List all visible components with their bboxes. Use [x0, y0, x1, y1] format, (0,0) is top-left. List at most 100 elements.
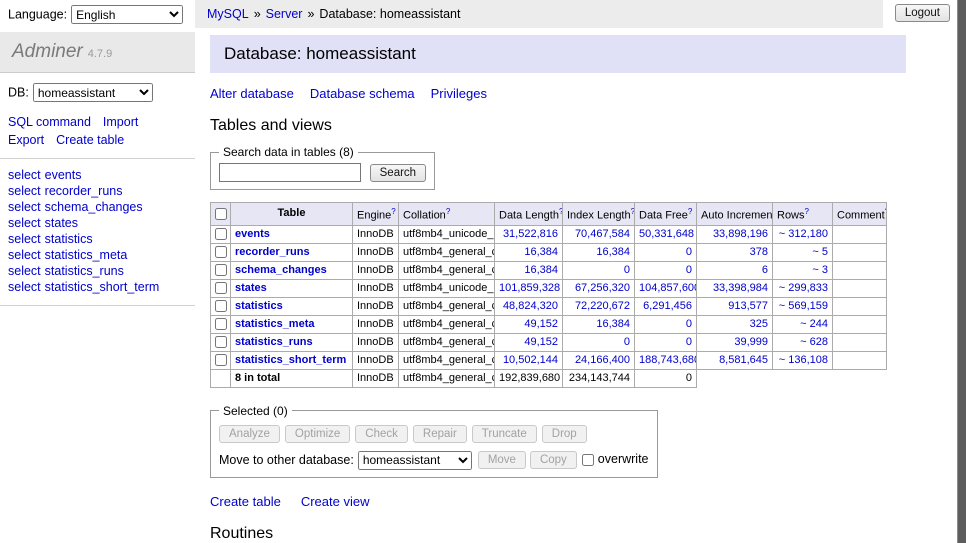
- help-link[interactable]: ?: [559, 207, 563, 216]
- data-length-link[interactable]: 31,522,816: [503, 228, 558, 240]
- export-link[interactable]: Export: [8, 133, 44, 147]
- help-link[interactable]: ?: [805, 207, 809, 216]
- rows-link[interactable]: ~ 628: [800, 336, 828, 348]
- privileges-link[interactable]: Privileges: [431, 86, 487, 101]
- copy-button[interactable]: Copy: [530, 451, 577, 469]
- rows-link[interactable]: ~ 244: [800, 318, 828, 330]
- search-input[interactable]: [219, 163, 361, 182]
- index-length-link[interactable]: 67,256,320: [575, 282, 630, 294]
- data-free-link[interactable]: 6,291,456: [643, 300, 692, 312]
- move-button[interactable]: Move: [478, 451, 526, 469]
- table-name-link[interactable]: recorder_runs: [235, 246, 310, 258]
- select-link[interactable]: select: [8, 264, 41, 278]
- select-link[interactable]: select: [8, 280, 41, 294]
- auto-increment-link[interactable]: 378: [750, 246, 768, 258]
- help-link[interactable]: ?: [885, 207, 887, 216]
- truncate-button[interactable]: Truncate: [472, 425, 537, 443]
- create-table-link[interactable]: Create table: [210, 494, 281, 509]
- search-button[interactable]: Search: [370, 164, 426, 182]
- auto-increment-link[interactable]: 6: [762, 264, 768, 276]
- table-link[interactable]: recorder_runs: [45, 184, 123, 198]
- table-name-link[interactable]: statistics_runs: [235, 336, 313, 348]
- rows-link[interactable]: ~ 569,159: [779, 300, 828, 312]
- row-checkbox[interactable]: [215, 354, 227, 366]
- table-name-link[interactable]: events: [235, 228, 270, 240]
- row-checkbox[interactable]: [215, 318, 227, 330]
- select-link[interactable]: select: [8, 200, 41, 214]
- table-link[interactable]: statistics_meta: [45, 248, 128, 262]
- auto-increment-link[interactable]: 33,398,984: [713, 282, 768, 294]
- data-length-link[interactable]: 16,384: [524, 246, 558, 258]
- data-free-link[interactable]: 104,857,600: [639, 282, 697, 294]
- row-checkbox[interactable]: [215, 228, 227, 240]
- logout-button[interactable]: Logout: [895, 4, 950, 22]
- data-free-link[interactable]: 0: [686, 246, 692, 258]
- drop-button[interactable]: Drop: [542, 425, 587, 443]
- index-length-link[interactable]: 70,467,584: [575, 228, 630, 240]
- sql-command-link[interactable]: SQL command: [8, 115, 91, 129]
- select-link[interactable]: select: [8, 232, 41, 246]
- table-link[interactable]: schema_changes: [45, 200, 143, 214]
- row-checkbox[interactable]: [215, 264, 227, 276]
- select-link[interactable]: select: [8, 184, 41, 198]
- help-link[interactable]: ?: [631, 207, 635, 216]
- data-length-link[interactable]: 48,824,320: [503, 300, 558, 312]
- language-select[interactable]: English: [71, 5, 183, 24]
- table-name-link[interactable]: statistics: [235, 300, 283, 312]
- data-length-link[interactable]: 16,384: [524, 264, 558, 276]
- create-table-sidebar-link[interactable]: Create table: [56, 133, 124, 147]
- index-length-link[interactable]: 16,384: [596, 318, 630, 330]
- auto-increment-link[interactable]: 39,999: [734, 336, 768, 348]
- data-length-link[interactable]: 49,152: [524, 318, 558, 330]
- auto-increment-link[interactable]: 33,898,196: [713, 228, 768, 240]
- analyze-button[interactable]: Analyze: [219, 425, 280, 443]
- rows-link[interactable]: ~ 3: [812, 264, 828, 276]
- data-free-link[interactable]: 0: [686, 318, 692, 330]
- table-link[interactable]: statistics: [45, 232, 93, 246]
- repair-button[interactable]: Repair: [413, 425, 467, 443]
- row-checkbox[interactable]: [215, 282, 227, 294]
- data-free-link[interactable]: 0: [686, 336, 692, 348]
- alter-database-link[interactable]: Alter database: [210, 86, 294, 101]
- data-length-link[interactable]: 101,859,328: [499, 282, 560, 294]
- select-all-checkbox[interactable]: [215, 208, 227, 220]
- help-link[interactable]: ?: [446, 207, 450, 216]
- optimize-button[interactable]: Optimize: [285, 425, 350, 443]
- index-length-link[interactable]: 0: [624, 264, 630, 276]
- table-name-link[interactable]: states: [235, 282, 267, 294]
- index-length-link[interactable]: 24,166,400: [575, 354, 630, 366]
- adminer-logo[interactable]: Adminer: [12, 41, 83, 62]
- help-link[interactable]: ?: [391, 207, 395, 216]
- table-link[interactable]: events: [45, 168, 82, 182]
- table-link[interactable]: statistics_short_term: [45, 280, 160, 294]
- select-link[interactable]: select: [8, 216, 41, 230]
- breadcrumb-server-link[interactable]: Server: [266, 7, 303, 21]
- index-length-link[interactable]: 0: [624, 336, 630, 348]
- rows-link[interactable]: ~ 299,833: [779, 282, 828, 294]
- table-link[interactable]: statistics_runs: [45, 264, 124, 278]
- move-db-select[interactable]: homeassistant: [358, 451, 472, 470]
- row-checkbox[interactable]: [215, 336, 227, 348]
- db-select[interactable]: homeassistant: [33, 83, 153, 102]
- table-name-link[interactable]: schema_changes: [235, 264, 327, 276]
- scrollbar[interactable]: [957, 0, 966, 543]
- select-link[interactable]: select: [8, 248, 41, 262]
- auto-increment-link[interactable]: 913,577: [728, 300, 768, 312]
- auto-increment-link[interactable]: 325: [750, 318, 768, 330]
- rows-link[interactable]: ~ 5: [812, 246, 828, 258]
- table-link[interactable]: states: [45, 216, 78, 230]
- data-free-link[interactable]: 50,331,648: [639, 228, 694, 240]
- table-name-link[interactable]: statistics_short_term: [235, 354, 346, 366]
- help-link[interactable]: ?: [688, 207, 692, 216]
- row-checkbox[interactable]: [215, 246, 227, 258]
- index-length-link[interactable]: 16,384: [596, 246, 630, 258]
- data-free-link[interactable]: 188,743,680: [639, 354, 697, 366]
- rows-link[interactable]: ~ 312,180: [779, 228, 828, 240]
- database-schema-link[interactable]: Database schema: [310, 86, 415, 101]
- table-name-link[interactable]: statistics_meta: [235, 318, 315, 330]
- breadcrumb-mysql-link[interactable]: MySQL: [207, 7, 249, 21]
- overwrite-checkbox[interactable]: [582, 454, 594, 466]
- data-free-link[interactable]: 0: [686, 264, 692, 276]
- select-link[interactable]: select: [8, 168, 41, 182]
- index-length-link[interactable]: 72,220,672: [575, 300, 630, 312]
